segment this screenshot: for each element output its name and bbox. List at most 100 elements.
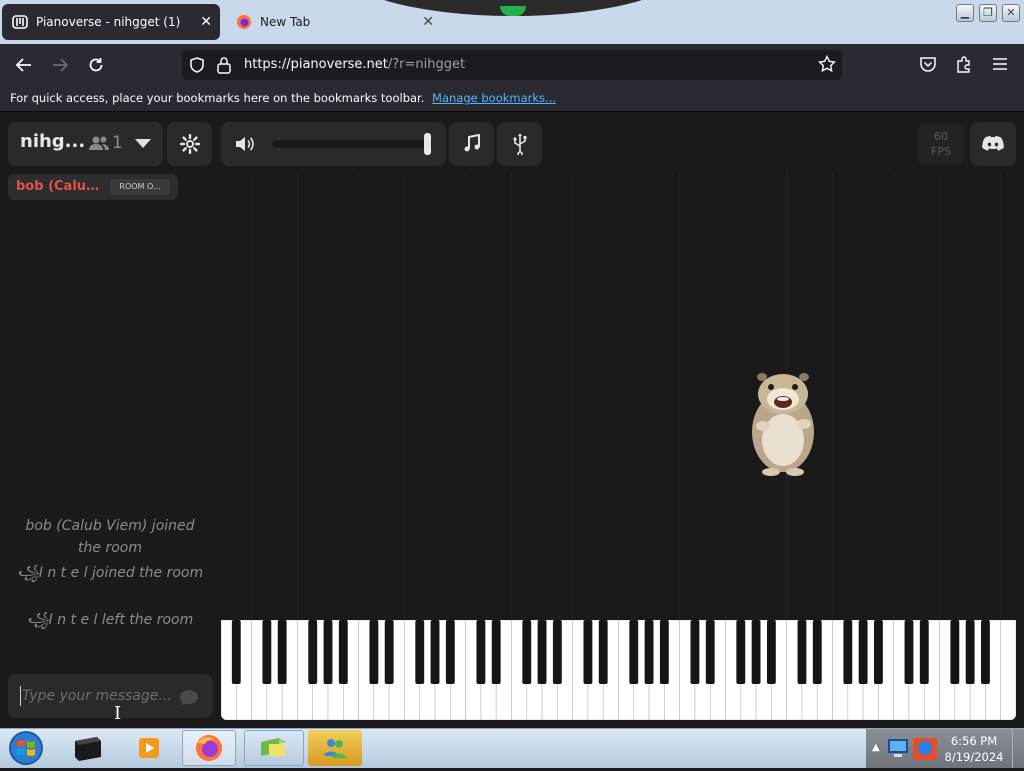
piano-black-key[interactable] — [736, 620, 746, 684]
octave-grid — [251, 172, 1002, 620]
tab-new-tab[interactable]: New Tab ✕ — [224, 4, 442, 40]
piano-black-key[interactable] — [537, 620, 547, 684]
piano-white-key[interactable] — [1000, 620, 1016, 720]
lock-icon[interactable] — [216, 56, 232, 78]
piano-black-key[interactable] — [919, 620, 929, 684]
minimize-window-button[interactable]: ▁ — [956, 4, 974, 22]
bookmarks-toolbar: For quick access, place your bookmarks h… — [0, 86, 1024, 112]
taskbar-app-media-player[interactable] — [122, 730, 176, 766]
piano-black-key[interactable] — [369, 620, 379, 684]
taskbar-app-terminal[interactable] — [56, 730, 120, 766]
user-name[interactable]: bob (Calub ... — [16, 179, 108, 194]
close-tab-icon[interactable]: ✕ — [422, 14, 434, 30]
chat-message: ꧁I n t e l joined the room — [16, 565, 204, 581]
back-arrow-icon — [15, 58, 31, 72]
piano-black-key[interactable] — [308, 620, 318, 684]
url-text[interactable]: https://pianoverse.net/?r=nihgget — [244, 57, 465, 72]
users-icon — [88, 135, 110, 155]
taskbar-app-firefox[interactable] — [182, 730, 236, 766]
midi-device-button[interactable] — [497, 122, 542, 166]
url-host: https://pianoverse.net — [244, 57, 388, 72]
piano-black-key[interactable] — [705, 620, 715, 684]
show-hidden-icons-icon[interactable]: ▲ — [872, 742, 880, 753]
taskbar-app-explorer[interactable] — [244, 730, 304, 766]
windows-logo-icon — [9, 731, 43, 765]
piano-black-key[interactable] — [522, 620, 532, 684]
back-button[interactable] — [10, 52, 38, 78]
piano-black-key[interactable] — [323, 620, 333, 684]
piano-black-key[interactable] — [644, 620, 654, 684]
piano-black-key[interactable] — [552, 620, 562, 684]
taskbar-clock-time[interactable]: 6:56 PM — [944, 734, 1004, 748]
piano-black-key[interactable] — [384, 620, 394, 684]
reload-button[interactable] — [82, 52, 110, 78]
piano-black-key[interactable] — [583, 620, 593, 684]
piano-black-key[interactable] — [873, 620, 883, 684]
close-tab-icon[interactable]: ✕ — [200, 14, 212, 30]
piano-black-key[interactable] — [904, 620, 914, 684]
volume-slider[interactable] — [272, 140, 432, 148]
pocket-icon[interactable] — [919, 55, 937, 77]
piano-black-key[interactable] — [751, 620, 761, 684]
action-center-icon[interactable] — [912, 734, 938, 766]
user-count: 1 — [112, 133, 123, 153]
piano-black-key[interactable] — [766, 620, 776, 684]
reload-icon — [89, 58, 103, 72]
piano-black-key[interactable] — [491, 620, 501, 684]
tab-pianoverse[interactable]: Pianoverse - nihgget (1) ✕ — [2, 4, 220, 40]
firefox-icon — [196, 735, 222, 761]
piano-black-key[interactable] — [445, 620, 455, 684]
discord-button[interactable] — [970, 122, 1016, 166]
piano-keyboard[interactable] — [221, 620, 1016, 720]
music-button[interactable] — [449, 122, 494, 166]
piano-black-key[interactable] — [843, 620, 853, 684]
restore-window-button[interactable]: ❐ — [979, 4, 997, 22]
piano-black-key[interactable] — [277, 620, 287, 684]
url-path: /?r=nihgget — [387, 57, 466, 72]
forward-button[interactable] — [46, 52, 74, 78]
piano-black-key[interactable] — [262, 620, 272, 684]
users-app-icon — [324, 739, 346, 758]
shield-icon[interactable] — [188, 56, 206, 78]
chevron-down-icon[interactable] — [135, 139, 151, 148]
taskbar-app-users[interactable] — [308, 730, 362, 766]
close-window-button[interactable]: ✕ — [1002, 4, 1020, 22]
extensions-icon[interactable] — [955, 55, 973, 77]
chat-input[interactable] — [20, 686, 180, 706]
fps-label: FPS — [931, 145, 951, 158]
start-button[interactable] — [6, 729, 46, 767]
piano-black-key[interactable] — [338, 620, 348, 684]
bookmark-star-icon[interactable] — [817, 54, 837, 77]
piano-black-key[interactable] — [812, 620, 822, 684]
settings-button[interactable] — [167, 122, 212, 166]
piano-black-key[interactable] — [797, 620, 807, 684]
send-message-icon[interactable] — [178, 688, 200, 712]
piano-black-key[interactable] — [980, 620, 990, 684]
piano-black-key[interactable] — [659, 620, 669, 684]
volume-icon[interactable] — [234, 134, 256, 158]
music-note-icon — [464, 134, 480, 152]
piano-black-key[interactable] — [690, 620, 700, 684]
piano-black-key[interactable] — [415, 620, 425, 684]
network-icon[interactable] — [886, 734, 912, 766]
chat-message: ꧁I n t e l left the room — [26, 612, 194, 628]
piano-black-key[interactable] — [965, 620, 975, 684]
piano-black-key[interactable] — [858, 620, 868, 684]
fps-value: 60 — [934, 130, 948, 143]
menu-icon[interactable] — [991, 56, 1009, 76]
volume-slider-handle[interactable] — [424, 133, 431, 155]
manage-bookmarks-link[interactable]: Manage bookmarks... — [432, 91, 556, 105]
piano-black-key[interactable] — [598, 620, 608, 684]
piano-black-key[interactable] — [950, 620, 960, 684]
show-desktop-button[interactable] — [1012, 729, 1024, 768]
discord-icon — [982, 136, 1004, 151]
room-name[interactable]: nihg... — [20, 131, 85, 152]
fps-counter: 60 FPS — [918, 124, 964, 164]
piano-black-key[interactable] — [430, 620, 440, 684]
taskbar-clock-date[interactable]: 8/19/2024 — [944, 750, 1004, 764]
tab-title: Pianoverse - nihgget (1) — [36, 15, 181, 29]
chat-message: bob (Calub Viem) joined the room — [25, 518, 195, 556]
piano-black-key[interactable] — [476, 620, 486, 684]
piano-black-key[interactable] — [231, 620, 241, 684]
piano-black-key[interactable] — [629, 620, 639, 684]
